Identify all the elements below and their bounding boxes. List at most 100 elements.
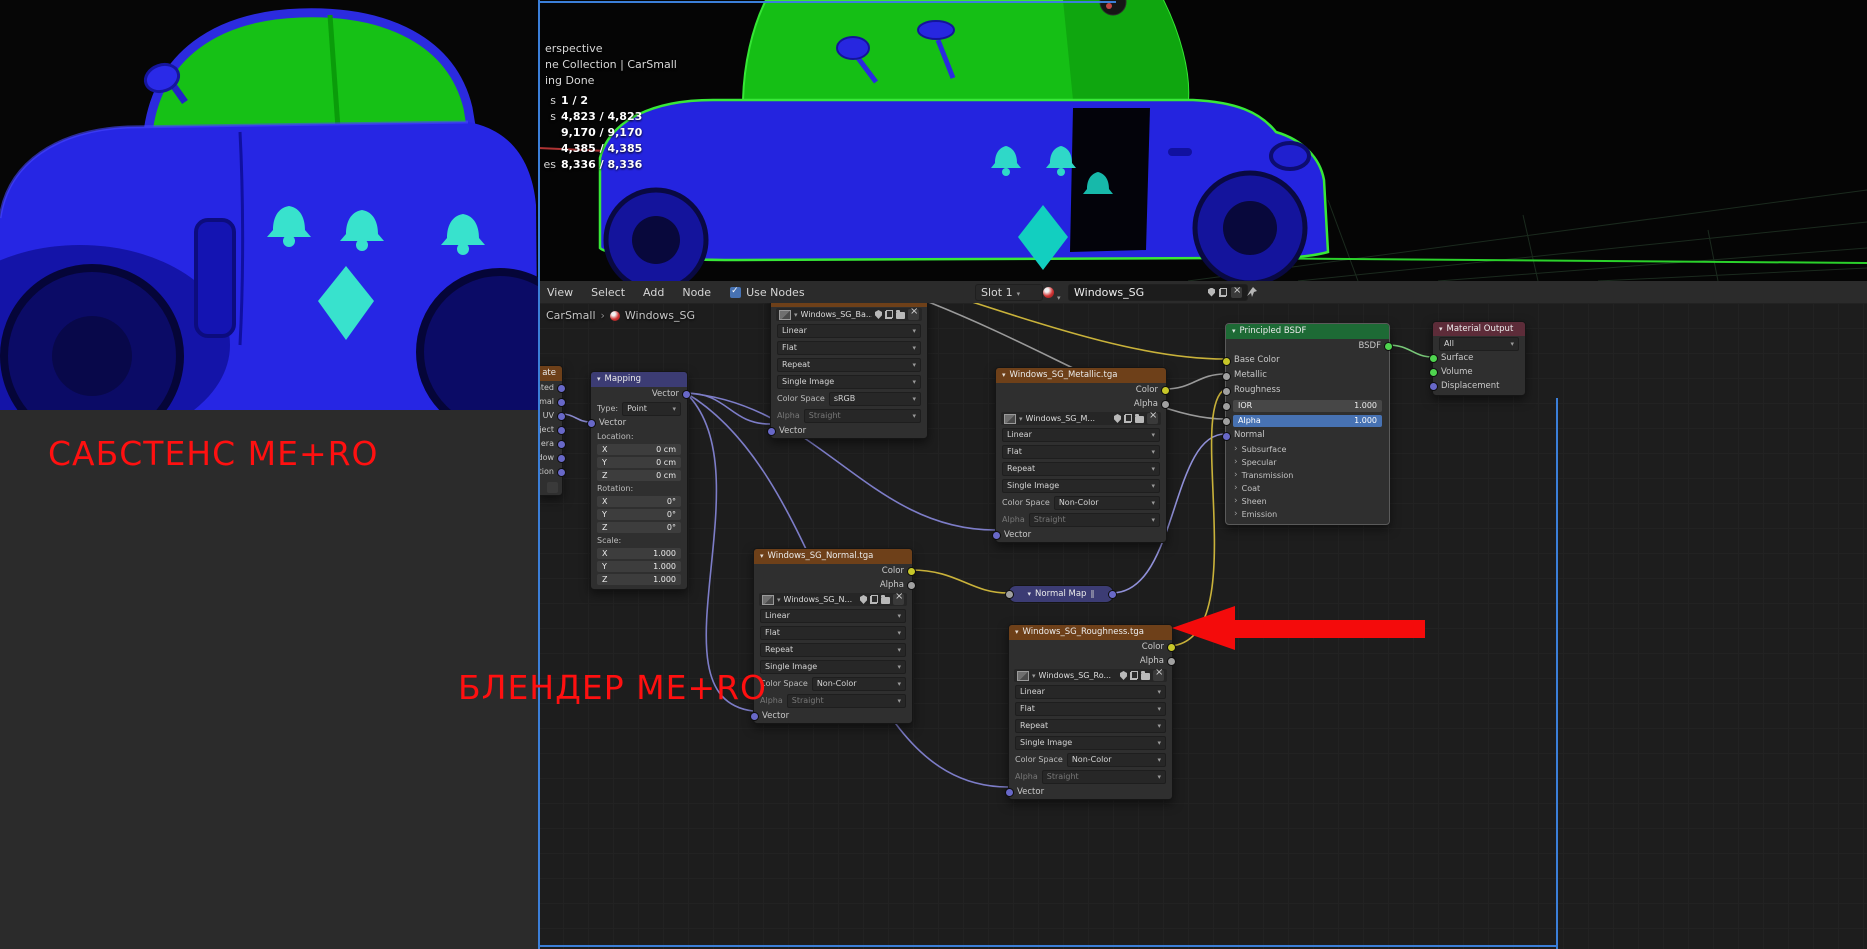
section-emission[interactable]: Emission — [1226, 508, 1389, 521]
socket-metallic-in[interactable] — [1222, 371, 1231, 381]
extension-select[interactable]: Repeat — [1002, 461, 1160, 476]
alpha-select[interactable]: Straight — [786, 693, 906, 708]
alpha-select[interactable]: Straight — [1028, 512, 1160, 527]
menu-view[interactable]: View — [538, 286, 582, 299]
extension-select[interactable]: Repeat — [1015, 718, 1166, 733]
collapse-caret-icon[interactable] — [1015, 628, 1019, 637]
socket-volume-in[interactable] — [1429, 368, 1438, 377]
image-name[interactable]: Windows_SG_N... — [784, 596, 857, 604]
interpolation-select[interactable]: Linear — [1002, 427, 1160, 442]
fake-user-icon[interactable] — [1114, 414, 1121, 423]
copy-icon[interactable] — [1130, 671, 1138, 680]
socket-alpha-out[interactable] — [907, 581, 916, 590]
copy-icon[interactable] — [1124, 414, 1132, 423]
node-image-texture-normal[interactable]: Windows_SG_Normal.tga Color Alpha Window… — [750, 548, 916, 724]
location-y-field[interactable]: Y0 cm — [591, 456, 687, 469]
socket-alpha-in[interactable] — [1222, 416, 1231, 426]
collapse-caret-icon[interactable] — [760, 552, 764, 561]
use-nodes-checkbox[interactable] — [730, 286, 742, 298]
color-space-select[interactable]: Non-Color — [811, 676, 906, 691]
material-slot-select[interactable]: Slot 1 — [975, 283, 1043, 301]
projection-select[interactable]: Flat — [1015, 701, 1166, 716]
node-image-texture-basecolor[interactable]: Windows_SG_Ba... Linear Flat Repeat Sing… — [767, 303, 928, 439]
open-folder-icon[interactable] — [1135, 414, 1144, 423]
socket-vector-in[interactable] — [750, 712, 759, 721]
node-header[interactable]: ate — [538, 366, 562, 381]
socket-bsdf-out[interactable] — [1384, 342, 1393, 351]
alpha-select[interactable]: Straight — [1041, 769, 1166, 784]
image-selector[interactable]: Windows_SG_Ro... — [1014, 668, 1167, 682]
socket-vector-in[interactable] — [1005, 788, 1014, 797]
menu-node[interactable]: Node — [673, 286, 720, 299]
chevron-down-icon[interactable] — [777, 596, 781, 604]
menu-add[interactable]: Add — [634, 286, 673, 299]
image-name[interactable]: Windows_SG_M... — [1026, 415, 1111, 423]
new-material-icon[interactable] — [1219, 287, 1227, 297]
fake-user-icon[interactable] — [1120, 671, 1127, 680]
menu-select[interactable]: Select — [582, 286, 634, 299]
open-folder-icon[interactable] — [1141, 671, 1150, 680]
section-subsurface[interactable]: Subsurface — [1226, 443, 1389, 456]
collapse-caret-icon[interactable] — [597, 375, 601, 384]
node-material-output[interactable]: Material Output All Surface Volume Displ… — [1429, 321, 1526, 396]
image-name[interactable]: Windows_SG_Ba... — [801, 311, 872, 319]
node-texture-coordinate[interactable]: ate ated mal UV ject era dow tion — [538, 365, 566, 496]
socket-base-color-in[interactable] — [1222, 356, 1231, 366]
socket-color-out[interactable] — [1167, 643, 1176, 652]
node-header[interactable] — [771, 303, 927, 307]
output-target-select[interactable]: All — [1439, 336, 1519, 351]
color-space-select[interactable]: Non-Color — [1053, 495, 1160, 510]
socket-normal-out[interactable] — [1108, 590, 1117, 599]
rotation-y-field[interactable]: Y 0° — [591, 508, 687, 521]
unlink-icon[interactable] — [1147, 411, 1158, 424]
socket-displacement-in[interactable] — [1429, 382, 1438, 391]
socket-normal-in[interactable] — [1222, 431, 1231, 441]
ior-field[interactable]: IOR 1.000 — [1222, 398, 1389, 413]
source-select[interactable]: Single Image — [777, 374, 921, 389]
node-mapping[interactable]: Mapping Vector Type: Point Vector Locati… — [587, 371, 691, 590]
projection-select[interactable]: Flat — [777, 340, 921, 355]
socket-vector-in[interactable] — [767, 427, 776, 436]
node-header[interactable]: Windows_SG_Metallic.tga — [996, 368, 1166, 383]
node-principled-bsdf[interactable]: Principled BSDF BSDF Base Color Metallic… — [1222, 323, 1393, 525]
interpolation-select[interactable]: Linear — [777, 323, 921, 338]
source-select[interactable]: Single Image — [1002, 478, 1160, 493]
section-transmission[interactable]: Transmission — [1226, 469, 1389, 482]
alpha-field[interactable]: Alpha 1.000 — [1222, 413, 1389, 428]
open-folder-icon[interactable] — [896, 310, 905, 319]
socket-out[interactable] — [557, 412, 566, 421]
material-browse-icon[interactable] — [1043, 286, 1054, 298]
socket-out[interactable] — [557, 398, 566, 407]
image-name[interactable]: Windows_SG_Ro... — [1039, 672, 1117, 680]
socket-alpha-out[interactable] — [1167, 657, 1176, 666]
interpolation-select[interactable]: Linear — [1015, 684, 1166, 699]
node-image-texture-metallic[interactable]: Windows_SG_Metallic.tga Color Alpha Wind… — [992, 367, 1170, 543]
socket-roughness-in[interactable] — [1222, 386, 1231, 396]
node-header[interactable]: Windows_SG_Roughness.tga — [1009, 625, 1172, 640]
socket-alpha-out[interactable] — [1161, 400, 1170, 409]
color-space-select[interactable]: Non-Color — [1066, 752, 1166, 767]
unlink-icon[interactable] — [1153, 668, 1164, 681]
location-z-field[interactable]: Z0 cm — [591, 469, 687, 482]
node-header[interactable]: Principled BSDF — [1226, 324, 1389, 339]
section-specular[interactable]: Specular — [1226, 456, 1389, 469]
socket-color-out[interactable] — [1161, 386, 1170, 395]
3d-viewport[interactable]: erspective ne Collection | CarSmall ing … — [538, 0, 1867, 281]
socket-out[interactable] — [557, 454, 566, 463]
material-name-field[interactable]: Windows_SG — [1068, 283, 1248, 301]
projection-select[interactable]: Flat — [760, 625, 906, 640]
socket-vector-in[interactable] — [992, 531, 1001, 540]
rotation-z-field[interactable]: Z 0° — [591, 521, 687, 534]
projection-select[interactable]: Flat — [1002, 444, 1160, 459]
copy-icon[interactable] — [870, 595, 878, 604]
socket-vector-in[interactable] — [587, 419, 596, 428]
color-space-select[interactable]: sRGB — [828, 391, 921, 406]
collapse-caret-icon[interactable] — [1028, 589, 1032, 599]
shader-node-editor[interactable]: CarSmall Windows_SG — [538, 303, 1867, 949]
chevron-down-icon[interactable] — [1019, 415, 1023, 423]
socket-color-out[interactable] — [907, 567, 916, 576]
section-coat[interactable]: Coat — [1226, 482, 1389, 495]
socket-surface-in[interactable] — [1429, 354, 1438, 363]
chevron-down-icon[interactable] — [1057, 290, 1061, 303]
socket-vector-out[interactable] — [682, 390, 691, 399]
